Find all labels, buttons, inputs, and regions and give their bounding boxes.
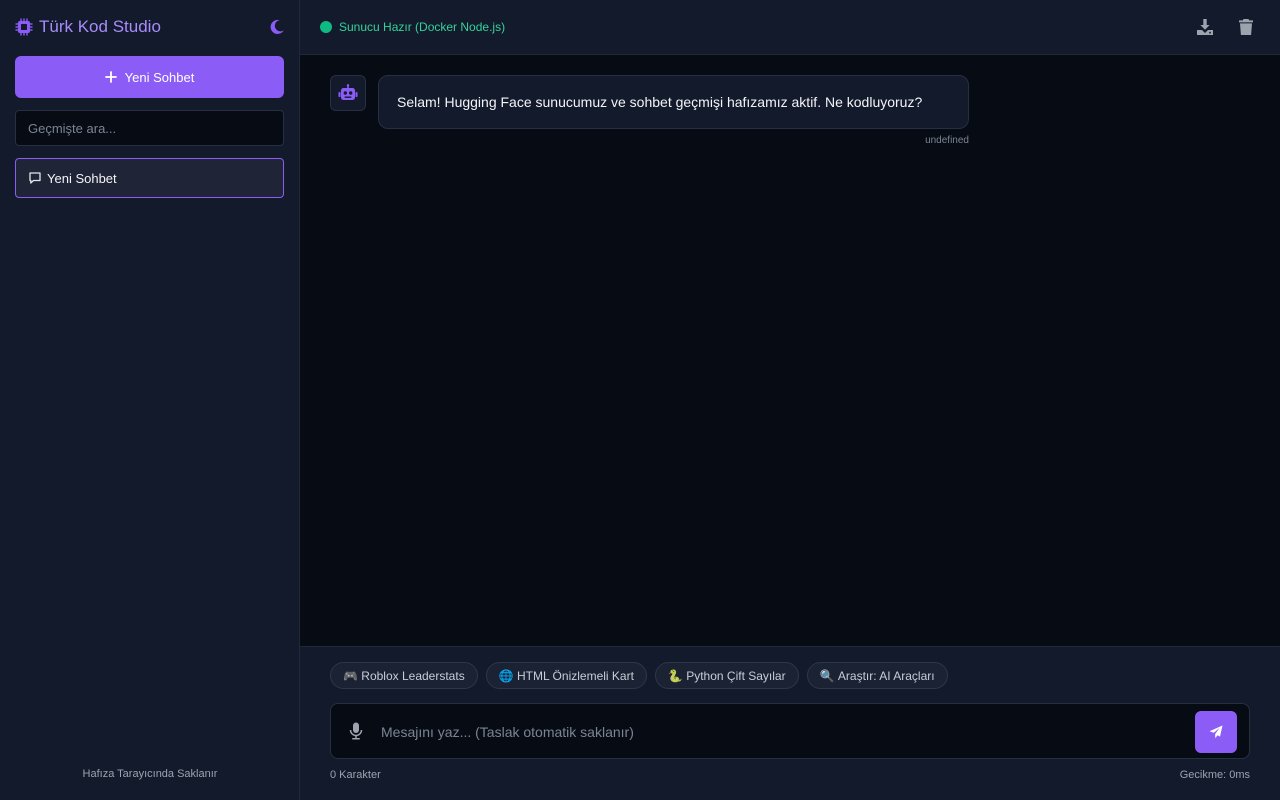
suggestion-chips: 🎮 Roblox Leaderstats 🌐 HTML Önizlemeli K… — [330, 662, 948, 689]
moon-icon — [270, 19, 284, 34]
chip-label: HTML Önizlemeli Kart — [517, 668, 634, 683]
chip-label: Roblox Leaderstats — [361, 668, 465, 683]
snake-icon: 🐍 — [667, 668, 683, 683]
paper-plane-icon — [1209, 725, 1223, 739]
new-chat-label: Yeni Sohbet — [124, 69, 195, 85]
suggestion-chip-html[interactable]: 🌐 HTML Önizlemeli Kart — [485, 662, 647, 689]
top-actions — [1196, 16, 1254, 38]
server-status: Sunucu Hazır (Docker Node.js) — [320, 19, 505, 35]
suggestion-chip-research[interactable]: 🔍 Araştır: AI Araçları — [806, 662, 948, 689]
gamepad-icon: 🎮 — [343, 668, 358, 683]
message-composer — [330, 703, 1250, 759]
suggestion-chip-python[interactable]: 🐍 Python Çift Sayılar — [654, 662, 799, 689]
delete-chat-button[interactable] — [1238, 18, 1254, 36]
app-title: Türk Kod Studio — [39, 17, 161, 36]
theme-toggle-button[interactable] — [269, 19, 285, 35]
chip-label: Python Çift Sayılar — [686, 668, 786, 683]
history-item-label: Yeni Sohbet — [47, 170, 117, 186]
magnifier-icon: 🔍 — [819, 668, 835, 683]
microphone-button[interactable] — [349, 722, 363, 740]
message-input[interactable] — [381, 716, 1181, 748]
send-button[interactable] — [1195, 711, 1237, 753]
globe-icon: 🌐 — [498, 668, 514, 683]
sidebar: Türk Kod Studio Yeni Sohbet Yeni Sohbet … — [0, 0, 300, 800]
status-dot-icon — [320, 21, 332, 33]
download-button[interactable] — [1196, 18, 1214, 36]
main-panel: Sunucu Hazır (Docker Node.js) Selam! Hug… — [300, 0, 1280, 800]
latency-readout: Gecikme: 0ms — [1179, 769, 1250, 781]
comment-icon — [29, 172, 41, 184]
history-item-active[interactable]: Yeni Sohbet — [15, 158, 284, 198]
character-count: 0 Karakter — [330, 769, 381, 781]
top-bar: Sunucu Hazır (Docker Node.js) — [300, 0, 1280, 55]
chip-label: Araştır: AI Araçları — [837, 668, 935, 683]
bot-avatar — [330, 75, 366, 111]
history-search-input[interactable] — [15, 110, 284, 146]
brand: Türk Kod Studio — [15, 17, 161, 37]
message-timestamp: undefined — [925, 135, 969, 146]
sidebar-header: Türk Kod Studio — [15, 16, 285, 38]
trash-icon — [1239, 19, 1253, 35]
microchip-icon — [15, 18, 33, 36]
microphone-icon — [349, 722, 363, 740]
new-chat-button[interactable]: Yeni Sohbet — [15, 56, 284, 98]
status-text: Sunucu Hazır (Docker Node.js) — [339, 20, 506, 34]
suggestion-chip-roblox[interactable]: 🎮 Roblox Leaderstats — [330, 662, 478, 689]
robot-icon — [338, 84, 358, 100]
composer-panel: 🎮 Roblox Leaderstats 🌐 HTML Önizlemeli K… — [300, 646, 1280, 800]
download-icon — [1197, 19, 1213, 35]
chat-area: Selam! Hugging Face sunucumuz ve sohbet … — [300, 55, 1280, 646]
plus-icon — [104, 71, 117, 83]
sidebar-footer: Hafıza Tarayıcında Saklanır — [82, 768, 218, 780]
bot-message-bubble: Selam! Hugging Face sunucumuz ve sohbet … — [378, 75, 969, 129]
